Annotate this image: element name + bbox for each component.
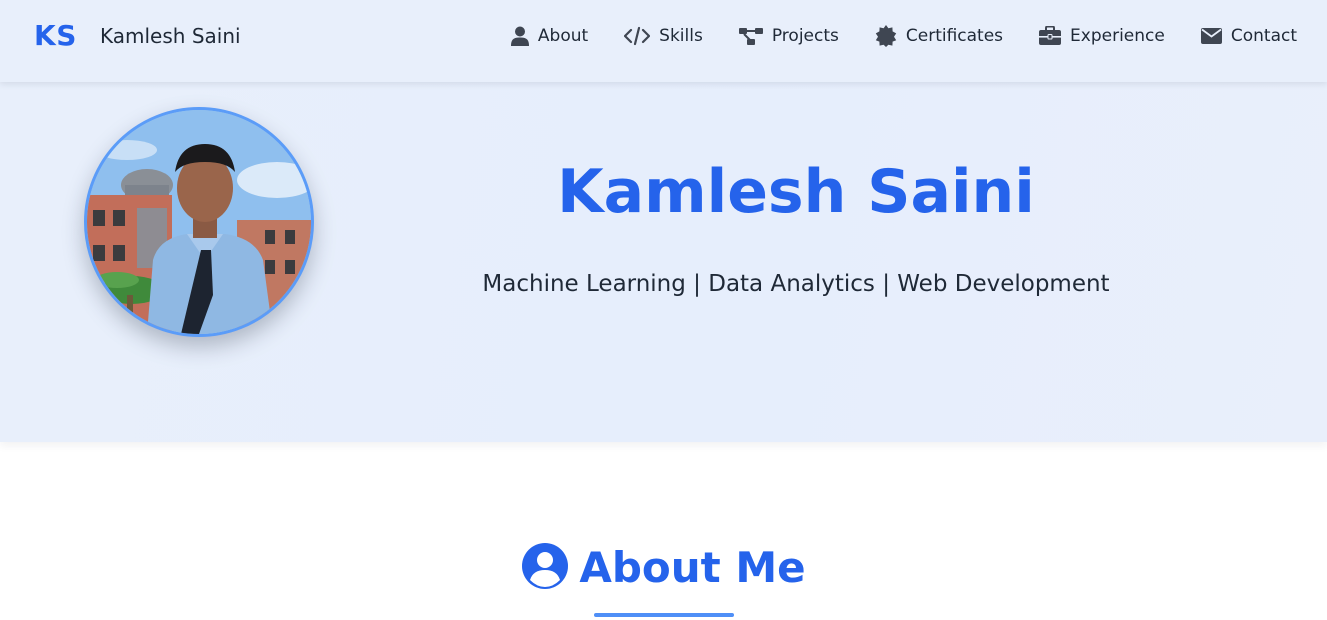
main-nav: About Skills Projects Certificates Exper… bbox=[510, 22, 1297, 50]
user-icon bbox=[510, 26, 529, 46]
hero-section: Kamlesh Saini Machine Learning | Data An… bbox=[0, 82, 1327, 442]
nav-item-skills[interactable]: Skills bbox=[624, 26, 703, 46]
nav-label-experience: Experience bbox=[1070, 26, 1165, 46]
user-circle-icon bbox=[521, 542, 569, 594]
code-icon bbox=[624, 26, 651, 46]
brand-logo[interactable]: KS bbox=[34, 18, 77, 54]
nav-label-contact: Contact bbox=[1230, 26, 1297, 46]
nav-item-about[interactable]: About bbox=[510, 26, 589, 46]
hero-name: Kamlesh Saini bbox=[557, 157, 1035, 227]
navbar: KS Kamlesh Saini About Skills Projects C… bbox=[0, 0, 1327, 82]
nav-item-certificates[interactable]: Certificates bbox=[875, 25, 1003, 47]
nav-label-projects: Projects bbox=[771, 26, 839, 46]
nav-item-projects[interactable]: Projects bbox=[738, 26, 839, 46]
profile-photo bbox=[84, 107, 314, 337]
briefcase-icon bbox=[1039, 26, 1062, 46]
nav-label-about: About bbox=[537, 26, 589, 46]
nav-label-certificates: Certificates bbox=[905, 26, 1004, 46]
about-title-underline bbox=[594, 613, 734, 617]
certificate-icon bbox=[875, 25, 897, 47]
nav-item-contact[interactable]: Contact bbox=[1200, 26, 1297, 46]
nav-item-experience[interactable]: Experience bbox=[1039, 26, 1165, 46]
brand-name[interactable]: Kamlesh Saini bbox=[100, 22, 241, 50]
about-heading: About Me bbox=[0, 540, 1327, 596]
envelope-icon bbox=[1200, 28, 1222, 44]
nav-label-skills: Skills bbox=[659, 26, 703, 46]
hero-tagline: Machine Learning | Data Analytics | Web … bbox=[482, 271, 1110, 297]
about-title: About Me bbox=[579, 543, 806, 592]
project-diagram-icon bbox=[738, 26, 763, 46]
